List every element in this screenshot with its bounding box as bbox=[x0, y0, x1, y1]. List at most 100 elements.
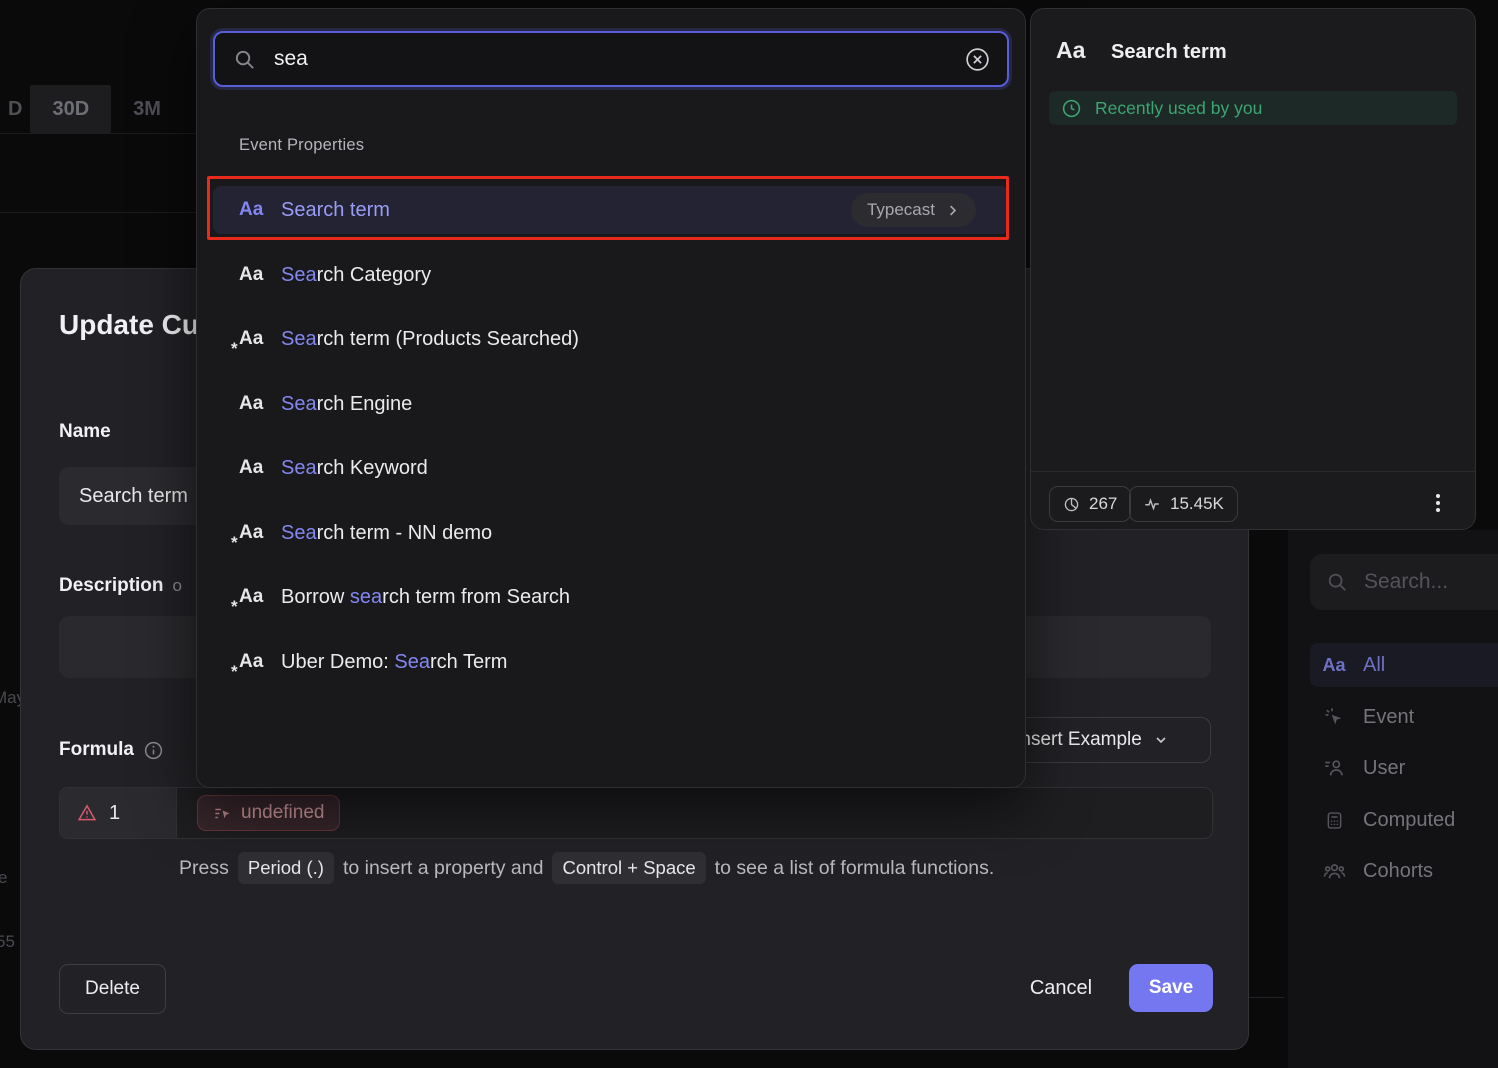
sidebar-item-event[interactable]: Event bbox=[1310, 695, 1498, 739]
formula-label: Formula bbox=[59, 739, 164, 761]
count-value: 267 bbox=[1089, 494, 1117, 514]
undefined-token-label: undefined bbox=[241, 802, 324, 824]
typecast-label: Typecast bbox=[867, 200, 935, 220]
sidebar-item-user[interactable]: User bbox=[1310, 746, 1498, 790]
list-item[interactable]: Aa* Uber Demo: Search Term bbox=[213, 638, 1009, 686]
user-icon bbox=[1322, 757, 1346, 779]
delete-button[interactable]: Delete bbox=[59, 964, 166, 1014]
divider bbox=[1248, 997, 1284, 998]
text-property-icon: Aa bbox=[239, 264, 273, 286]
sidebar-item-all[interactable]: Aa All bbox=[1310, 643, 1498, 687]
formula-editor[interactable]: 1 undefined bbox=[59, 787, 1213, 839]
list-item[interactable]: Aa* Search term - NN demo bbox=[213, 509, 1009, 557]
save-button[interactable]: Save bbox=[1129, 964, 1213, 1012]
tab-30d[interactable]: 30D bbox=[30, 85, 111, 133]
name-label: Name bbox=[59, 421, 111, 443]
custom-event-icon bbox=[213, 804, 232, 823]
chevron-down-icon bbox=[1153, 732, 1169, 748]
custom-text-property-icon: Aa* bbox=[239, 522, 273, 544]
custom-asterisk: * bbox=[231, 597, 238, 617]
property-name: Search term - NN demo bbox=[281, 522, 492, 545]
sidebar-item-label: User bbox=[1363, 757, 1405, 780]
text-property-icon: Aa bbox=[1056, 37, 1085, 64]
chevron-right-icon bbox=[945, 203, 960, 218]
property-title: Search term bbox=[1111, 41, 1227, 64]
custom-asterisk: * bbox=[231, 662, 238, 682]
axis-label-fragment: e bbox=[0, 868, 7, 888]
cohorts-icon bbox=[1322, 860, 1346, 883]
computed-icon bbox=[1322, 810, 1346, 831]
chart-gridline bbox=[0, 212, 196, 213]
property-name: Uber Demo: Search Term bbox=[281, 651, 507, 674]
property-search-field[interactable] bbox=[213, 31, 1009, 87]
formula-label-text: Formula bbox=[59, 739, 134, 761]
search-icon bbox=[1326, 571, 1348, 593]
list-item[interactable]: Aa* Borrow search term from Search bbox=[213, 573, 1009, 621]
recently-used-label: Recently used by you bbox=[1095, 98, 1262, 119]
count-stat-pill[interactable]: 267 bbox=[1049, 486, 1131, 522]
cancel-button[interactable]: Cancel bbox=[1006, 964, 1116, 1012]
list-item[interactable]: AaSearch termTypecast bbox=[213, 186, 1009, 234]
help-end: to see a list of formula functions. bbox=[715, 857, 995, 880]
pie-chart-icon bbox=[1063, 496, 1080, 513]
sidebar-search-input[interactable] bbox=[1362, 569, 1486, 595]
formula-input-area[interactable]: undefined bbox=[177, 788, 1212, 838]
search-icon bbox=[233, 48, 256, 71]
axis-label-fragment: 55 bbox=[0, 932, 15, 952]
sidebar-item-label: Computed bbox=[1363, 809, 1455, 832]
sidebar-search[interactable] bbox=[1310, 554, 1498, 610]
custom-asterisk: * bbox=[231, 533, 238, 553]
description-label: Description o bbox=[59, 575, 182, 597]
event-icon bbox=[1322, 706, 1346, 728]
property-name: Borrow search term from Search bbox=[281, 586, 570, 609]
tab-7d-fragment[interactable]: D bbox=[0, 85, 30, 133]
property-name: Search Category bbox=[281, 264, 431, 287]
tab-3m[interactable]: 3M bbox=[111, 85, 183, 133]
sidebar-item-label: All bbox=[1363, 654, 1385, 677]
info-icon[interactable] bbox=[143, 740, 164, 761]
property-detail-panel: Aa Search term Recently used by you 267 … bbox=[1030, 8, 1476, 530]
text-type-icon: Aa bbox=[1322, 655, 1346, 676]
help-mid: to insert a property and bbox=[343, 857, 544, 880]
recently-used-badge: Recently used by you bbox=[1049, 91, 1457, 125]
property-name: Search Engine bbox=[281, 393, 412, 416]
search-input[interactable] bbox=[272, 46, 964, 72]
sidebar-item-label: Cohorts bbox=[1363, 860, 1433, 883]
custom-text-property-icon: Aa* bbox=[239, 328, 273, 350]
chart-gridline bbox=[0, 133, 196, 134]
volume-value: 15.45K bbox=[1170, 494, 1224, 514]
search-modal: Event Properties Aa Search term Typecast Aa… bbox=[196, 8, 1026, 788]
list-item[interactable]: AaSearch Keyword bbox=[213, 444, 1009, 492]
custom-text-property-icon: Aa* bbox=[239, 651, 273, 673]
list-item[interactable]: Aa Search Engine bbox=[213, 380, 1009, 428]
list-item[interactable]: Aa* Search term (Products Searched) bbox=[213, 315, 1009, 363]
property-name: Search term (Products Searched) bbox=[281, 328, 579, 351]
list-item[interactable]: Aa Search Category bbox=[213, 251, 1009, 299]
clear-search-icon[interactable] bbox=[964, 46, 991, 73]
typecast-button[interactable]: Typecast bbox=[851, 193, 976, 227]
description-label-text: Description bbox=[59, 575, 164, 597]
kbd-period: Period (.) bbox=[238, 852, 334, 884]
volume-stat-pill[interactable]: 15.45K bbox=[1129, 486, 1238, 522]
description-optional-fragment: o bbox=[173, 576, 182, 596]
help-press: Press bbox=[179, 857, 229, 880]
dialog-title: Update Cu bbox=[59, 309, 199, 341]
sidebar-item-label: Event bbox=[1363, 706, 1414, 729]
undefined-token[interactable]: undefined bbox=[197, 795, 340, 831]
warning-icon bbox=[77, 803, 97, 823]
text-property-icon: Aa bbox=[239, 457, 273, 479]
formula-error-gutter: 1 bbox=[60, 788, 177, 838]
text-property-icon: Aa bbox=[239, 393, 273, 415]
formula-help-text: Press Period (.) to insert a property an… bbox=[179, 852, 994, 884]
sidebar-item-computed[interactable]: Computed bbox=[1310, 798, 1498, 842]
custom-text-property-icon: Aa* bbox=[239, 586, 273, 608]
section-header: Event Properties bbox=[239, 136, 364, 155]
divider bbox=[1031, 471, 1475, 472]
more-options-icon[interactable] bbox=[1429, 491, 1447, 515]
sidebar-item-cohorts[interactable]: Cohorts bbox=[1310, 849, 1498, 893]
property-type-sidebar: Aa All Event User Computed Cohorts bbox=[1288, 530, 1498, 1068]
property-name: Search term bbox=[281, 199, 390, 222]
insert-example-label: Insert Example bbox=[1015, 729, 1142, 751]
custom-asterisk: * bbox=[231, 339, 238, 359]
app-root: D 30D 3M May e 55 Update Cu Name Descrip… bbox=[0, 0, 1498, 1068]
